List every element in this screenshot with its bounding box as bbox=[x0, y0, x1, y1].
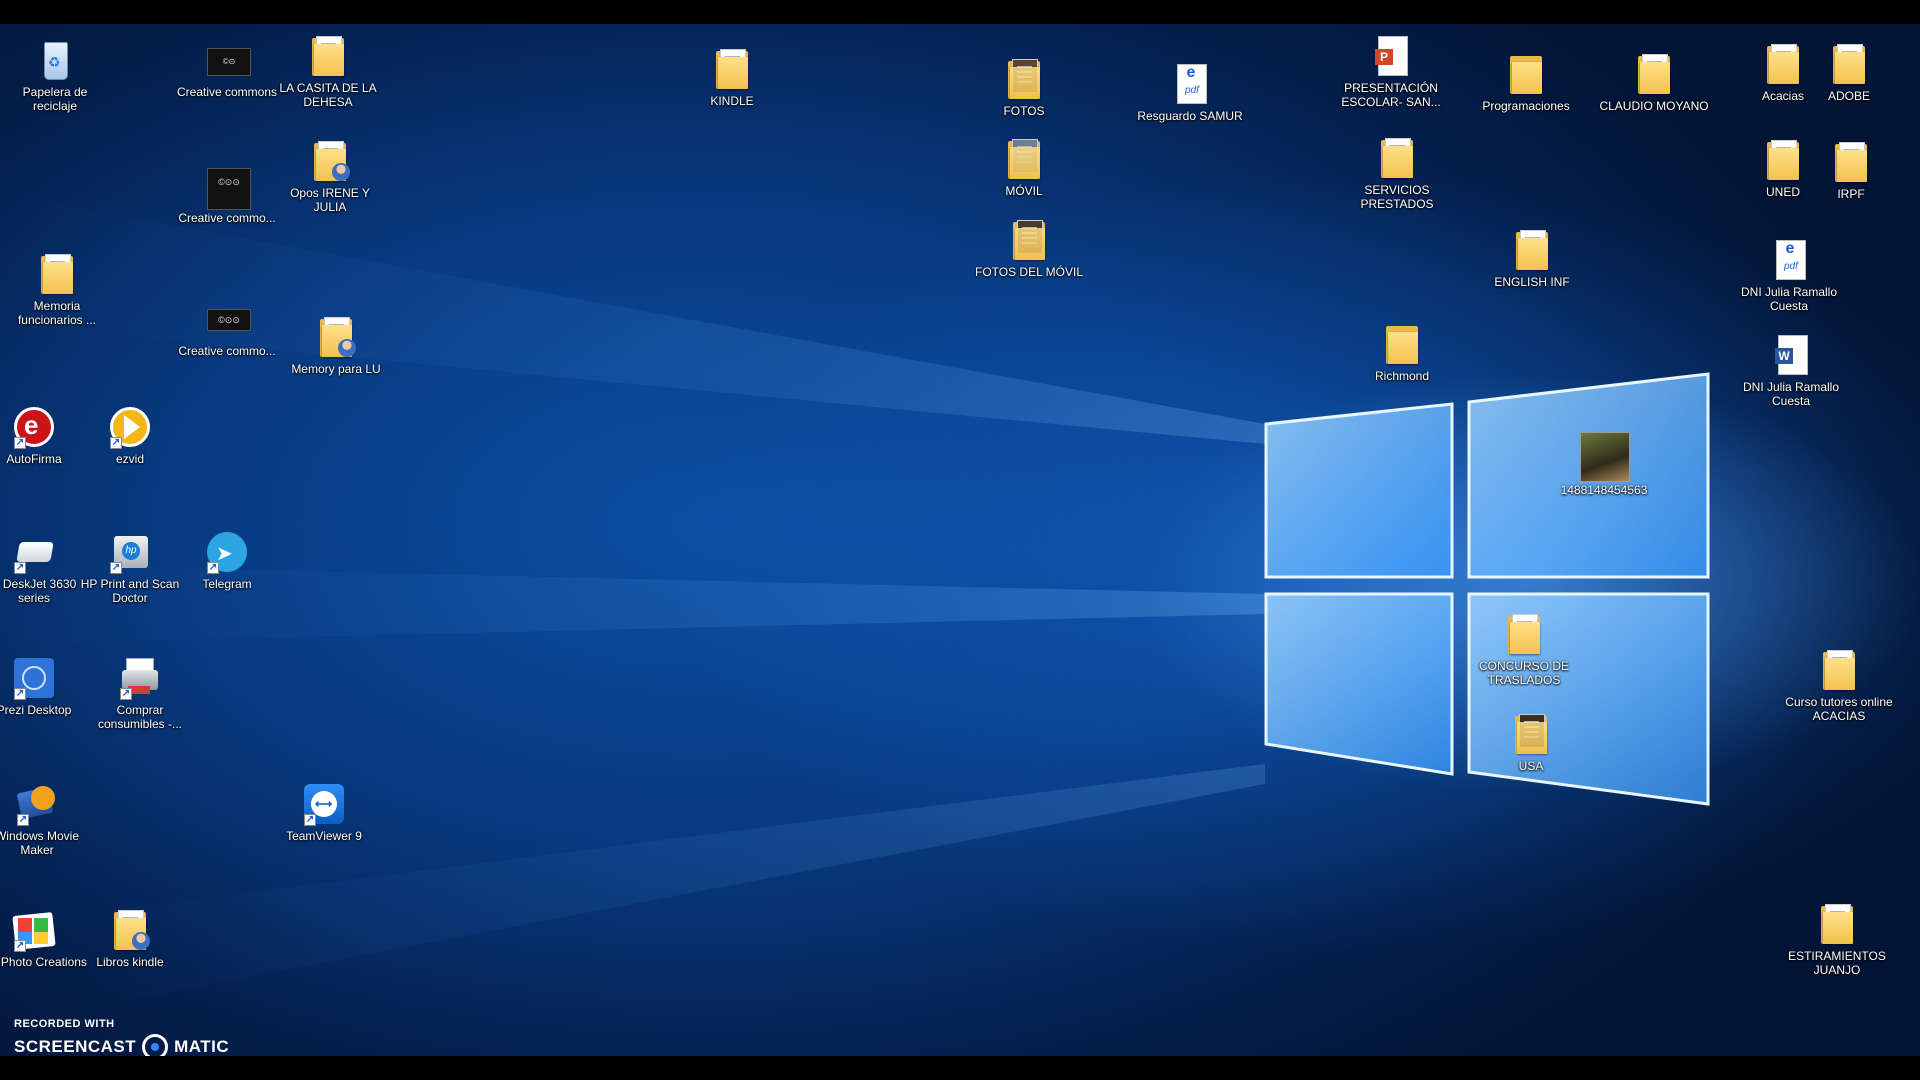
desktop-icon-prezi[interactable]: ↗ Prezi Desktop bbox=[0, 656, 89, 717]
desktop-icon-estiramientos[interactable]: ESTIRAMIENTOS JUANJO bbox=[1782, 902, 1892, 977]
shortcut-arrow-icon: ↗ bbox=[110, 437, 122, 449]
user-icon bbox=[338, 339, 356, 357]
teamviewer-icon: ⟷ ↗ bbox=[302, 782, 346, 826]
desktop-icon-libros-kindle[interactable]: Libros kindle bbox=[75, 908, 185, 969]
powerpoint-file-icon: P bbox=[1369, 34, 1413, 78]
shortcut-arrow-icon: ↗ bbox=[304, 814, 316, 826]
prezi-icon: ↗ bbox=[12, 656, 56, 700]
desktop-icon-fotos[interactable]: FOTOS bbox=[969, 57, 1079, 118]
screencast-logo-icon bbox=[142, 1034, 169, 1056]
desktop-icon-hp-print-scan[interactable]: hp ↗ HP Print and Scan Doctor bbox=[75, 530, 185, 605]
desktop-icon-presentacion[interactable]: P PRESENTACIÓN ESCOLAR- SAN... bbox=[1336, 34, 1446, 109]
folder-icon bbox=[1504, 52, 1548, 96]
folder-icon bbox=[308, 139, 352, 183]
photo-folder-icon bbox=[1002, 57, 1046, 101]
desktop-icon-programaciones[interactable]: Programaciones bbox=[1471, 52, 1581, 113]
shortcut-arrow-icon: ↗ bbox=[207, 562, 219, 574]
desktop-icon-recycle-bin[interactable]: ♻ Papelera de reciclaje bbox=[0, 38, 110, 113]
desktop-icon-usa[interactable]: USA bbox=[1476, 712, 1586, 773]
hp-scan-doctor-icon: hp ↗ bbox=[108, 530, 152, 574]
desktop-icon-teamviewer[interactable]: ⟷ ↗ TeamViewer 9 bbox=[269, 782, 379, 843]
shortcut-arrow-icon: ↗ bbox=[14, 562, 26, 574]
folder-icon bbox=[35, 252, 79, 296]
shortcut-arrow-icon: ↗ bbox=[120, 688, 132, 700]
shortcut-arrow-icon: ↗ bbox=[14, 940, 26, 952]
folder-icon bbox=[1632, 52, 1676, 96]
recycle-bin-icon: ♻ bbox=[33, 38, 77, 82]
desktop-icon-dni-word[interactable]: W DNI Julia Ramallo Cuesta bbox=[1736, 333, 1846, 408]
folder-icon bbox=[1502, 612, 1546, 656]
autofirma-icon: e ↗ bbox=[12, 405, 56, 449]
shortcut-arrow-icon: ↗ bbox=[14, 437, 26, 449]
folder-icon bbox=[710, 47, 754, 91]
desktop-icon-english-inf[interactable]: ENGLISH INF bbox=[1477, 228, 1587, 289]
printer-icon: ↗ bbox=[12, 530, 56, 574]
desktop-icon-adobe[interactable]: ADOBE bbox=[1794, 42, 1904, 103]
desktop-icon-opos-irene[interactable]: Opos IRENE Y JULIA bbox=[275, 139, 385, 214]
folder-icon bbox=[1510, 228, 1554, 272]
printer-icon: ↗ bbox=[118, 656, 162, 700]
folder-icon bbox=[306, 34, 350, 78]
folder-icon bbox=[1375, 136, 1419, 180]
folder-icon bbox=[1815, 902, 1859, 946]
folder-icon bbox=[1827, 42, 1871, 86]
desktop-icon-photo-file[interactable]: 1488148454563 bbox=[1549, 432, 1659, 497]
photo-folder-icon bbox=[1007, 218, 1051, 262]
photo-folder-icon bbox=[1002, 137, 1046, 181]
folder-icon bbox=[1817, 648, 1861, 692]
desktop-icon-concurso-traslados[interactable]: CONCURSO DE TRASLADOS bbox=[1469, 612, 1579, 687]
folder-icon bbox=[314, 315, 358, 359]
desktop-icon-comprar-consumibles[interactable]: ↗ Comprar consumibles -... bbox=[85, 656, 195, 731]
watermark-brand-right: MATIC bbox=[174, 1037, 230, 1056]
desktop-icon-movie-maker[interactable]: ↗ Windows Movie Maker bbox=[0, 782, 92, 857]
desktop-icon-richmond[interactable]: Richmond bbox=[1347, 322, 1457, 383]
desktop[interactable]: ♻ Papelera de reciclaje ©⊙ Creative comm… bbox=[0, 24, 1920, 1056]
photo-folder-icon bbox=[1509, 712, 1553, 756]
pdf-file-icon: e pdf bbox=[1168, 62, 1212, 106]
watermark-brand-left: SCREENCAST bbox=[14, 1037, 137, 1056]
video-thumbnail-icon: ©⊙ bbox=[205, 38, 251, 82]
desktop-icon-curso-tutores[interactable]: Curso tutores online ACACIAS bbox=[1784, 648, 1894, 723]
desktop-icon-resguardo-samur[interactable]: e pdf Resguardo SAMUR bbox=[1135, 62, 1245, 123]
ezvid-icon: ↗ bbox=[108, 405, 152, 449]
desktop-icon-irpf[interactable]: IRPF bbox=[1796, 140, 1906, 201]
pdf-file-icon: e pdf bbox=[1767, 238, 1811, 282]
image-thumbnail-icon bbox=[1580, 432, 1630, 482]
desktop-icon-telegram[interactable]: ➤ ↗ Telegram bbox=[172, 530, 282, 591]
screencast-watermark: RECORDED WITH SCREENCAST MATIC bbox=[14, 1018, 229, 1056]
desktop-icon-la-casita[interactable]: LA CASITA DE LA DEHESA bbox=[273, 34, 383, 109]
shortcut-arrow-icon: ↗ bbox=[14, 688, 26, 700]
desktop-icon-creative-commons-2[interactable]: ©⊙⊙ Creative commo... bbox=[172, 164, 282, 225]
word-file-icon: W bbox=[1769, 333, 1813, 377]
desktop-icon-servicios-prestados[interactable]: SERVICIOS PRESTADOS bbox=[1342, 136, 1452, 211]
desktop-icon-creative-commons-3[interactable]: ©⊙⊙ Creative commo... bbox=[172, 297, 282, 358]
folder-icon bbox=[1829, 140, 1873, 184]
shortcut-arrow-icon: ↗ bbox=[17, 814, 29, 826]
folder-icon bbox=[1380, 322, 1424, 366]
desktop-icon-memory-para-lu[interactable]: Memory para LU bbox=[281, 315, 391, 376]
desktop-icon-claudio-moyano[interactable]: CLAUDIO MOYANO bbox=[1599, 52, 1709, 113]
folder-icon bbox=[108, 908, 152, 952]
video-thumbnail-icon: ©⊙⊙ bbox=[205, 297, 251, 341]
shortcut-arrow-icon: ↗ bbox=[110, 562, 122, 574]
desktop-icon-memoria-funcionarios[interactable]: Memoria funcionarios ... bbox=[2, 252, 112, 327]
desktop-icon-fotos-del-movil[interactable]: FOTOS DEL MÓVIL bbox=[974, 218, 1084, 279]
desktop-icon-ezvid[interactable]: ↗ ezvid bbox=[75, 405, 185, 466]
desktop-icon-dni-pdf[interactable]: e pdf DNI Julia Ramallo Cuesta bbox=[1734, 238, 1844, 313]
desktop-icon-movil[interactable]: MÓVIL bbox=[969, 137, 1079, 198]
hp-photo-icon: ↗ bbox=[12, 908, 56, 952]
desktop-icon-creative-commons-1[interactable]: ©⊙ Creative commons bbox=[172, 38, 282, 99]
desktop-icon-kindle[interactable]: KINDLE bbox=[677, 47, 787, 108]
user-icon bbox=[132, 932, 150, 950]
watermark-recorded-text: RECORDED WITH bbox=[14, 1018, 115, 1030]
watermark-brand: SCREENCAST MATIC bbox=[14, 1034, 229, 1056]
user-icon bbox=[332, 163, 350, 181]
telegram-icon: ➤ ↗ bbox=[205, 530, 249, 574]
video-thumbnail-icon: ©⊙⊙ bbox=[205, 164, 251, 210]
movie-maker-icon: ↗ bbox=[15, 782, 59, 826]
